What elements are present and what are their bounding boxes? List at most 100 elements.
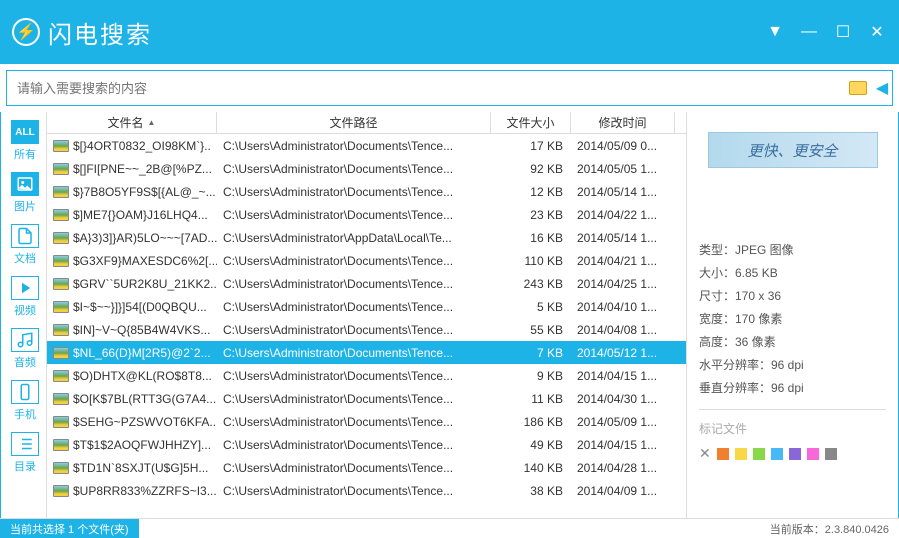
file-row[interactable]: $I~$~~}]}]54[(D0QBQU...C:\Users\Administ… [47,295,686,318]
tag-color-dot[interactable] [717,448,729,460]
file-row[interactable]: $GRV``5UR2K8U_21KK2...C:\Users\Administr… [47,272,686,295]
file-date: 2014/05/09 0... [571,139,675,153]
meta-row: 大小：6.85 KB [699,261,886,284]
file-row[interactable]: $UP8RR833%ZZRFS~I3...C:\Users\Administra… [47,479,686,502]
minimize-button[interactable]: — [799,22,819,42]
file-name: $]ME7{}OAM}J16LHQ4... [73,208,208,222]
file-name: $O[K$7BL(RTT3G(G7A4... [73,392,216,406]
file-type-icon [53,163,69,175]
maximize-button[interactable]: ☐ [833,22,853,42]
file-type-icon [53,278,69,290]
tag-color-dot[interactable] [735,448,747,460]
tag-colors: ✕ [699,445,886,462]
file-row[interactable]: $NL_66(D}M[2R5)@2`2...C:\Users\Administr… [47,341,686,364]
list-icon [11,432,39,456]
file-date: 2014/04/09 1... [571,484,675,498]
column-header-name[interactable]: 文件名▲ [47,112,217,133]
document-icon [11,224,39,248]
file-row[interactable]: $G3XF9}MAXESDC6%2[...C:\Users\Administra… [47,249,686,272]
sidebar-item-video[interactable]: 视频 [7,272,43,324]
all-icon: ALL [11,120,39,144]
file-type-icon [53,232,69,244]
collapse-panel-button[interactable]: ◀ [872,71,892,105]
file-row[interactable]: $TD1N`8SXJT(U$G]5H...C:\Users\Administra… [47,456,686,479]
sidebar-item-phone[interactable]: 手机 [7,376,43,428]
divider [699,409,886,410]
file-type-icon [53,439,69,451]
tag-color-dot[interactable] [771,448,783,460]
column-header-size[interactable]: 文件大小 [491,112,571,133]
file-name: $GRV``5UR2K8U_21KK2... [73,277,217,291]
sidebar-item-audio[interactable]: 音频 [7,324,43,376]
file-date: 2014/04/10 1... [571,300,675,314]
titlebar: 闪电搜索 ▼ — ☐ ✕ [0,0,899,64]
file-size: 7 KB [491,346,571,360]
tag-label: 标记文件 [699,420,886,437]
file-row[interactable]: $[]FI[PNE~~_2B@[%PZ...C:\Users\Administr… [47,157,686,180]
meta-row: 尺寸：170 x 36 [699,284,886,307]
sidebar-item-all[interactable]: ALL 所有 [7,116,43,168]
file-type-icon [53,416,69,428]
browse-folder-button[interactable] [844,71,872,105]
folder-icon [849,81,867,95]
column-header-path[interactable]: 文件路径 [217,112,491,133]
file-name: $[]FI[PNE~~_2B@[%PZ... [73,162,212,176]
file-date: 2014/05/05 1... [571,162,675,176]
file-path: C:\Users\Administrator\Documents\Tence..… [217,369,491,383]
sidebar-item-image[interactable]: 图片 [7,168,43,220]
file-date: 2014/05/09 1... [571,415,675,429]
file-name: $G3XF9}MAXESDC6%2[... [73,254,217,268]
meta-row: 水平分辨率：96 dpi [699,353,886,376]
file-type-icon [53,301,69,313]
file-size: 16 KB [491,231,571,245]
sidebar-item-label: 文档 [14,250,36,266]
video-icon [11,276,39,300]
column-header-date[interactable]: 修改时间 [571,112,675,133]
file-date: 2014/04/15 1... [571,438,675,452]
meta-row: 垂直分辨率：96 dpi [699,376,886,399]
search-input[interactable] [7,71,844,105]
sidebar-item-folder[interactable]: 目录 [7,428,43,480]
file-list: 文件名▲ 文件路径 文件大小 修改时间 $[}4ORT0832_OI98KM`}… [46,112,686,518]
file-path: C:\Users\Administrator\Documents\Tence..… [217,185,491,199]
file-row[interactable]: $}7B8O5YF9S$[{AL@_~...C:\Users\Administr… [47,180,686,203]
file-row[interactable]: $[}4ORT0832_OI98KM`}..C:\Users\Administr… [47,134,686,157]
close-button[interactable]: ✕ [867,22,887,42]
file-row[interactable]: $SEHG~PZSWVOT6KFA...C:\Users\Administrat… [47,410,686,433]
sidebar-item-label: 图片 [14,198,36,214]
meta-row: 高度：36 像素 [699,330,886,353]
file-date: 2014/04/30 1... [571,392,675,406]
file-row[interactable]: $O)DHTX@KL(RO$8T8...C:\Users\Administrat… [47,364,686,387]
file-type-icon [53,140,69,152]
tag-color-dot[interactable] [807,448,819,460]
file-row[interactable]: $O[K$7BL(RTT3G(G7A4...C:\Users\Administr… [47,387,686,410]
file-path: C:\Users\Administrator\Documents\Tence..… [217,484,491,498]
file-row[interactable]: $]ME7{}OAM}J16LHQ4...C:\Users\Administra… [47,203,686,226]
file-size: 38 KB [491,484,571,498]
file-path: C:\Users\Administrator\Documents\Tence..… [217,461,491,475]
audio-icon [11,328,39,352]
menu-dropdown-button[interactable]: ▼ [765,22,785,42]
file-size: 110 KB [491,254,571,268]
meta-row: 类型：JPEG 图像 [699,238,886,261]
file-type-icon [53,370,69,382]
sidebar-item-label: 手机 [14,406,36,422]
file-row[interactable]: $A}3)3]}AR)5LO~~~[7AD...C:\Users\Adminis… [47,226,686,249]
file-date: 2014/05/14 1... [571,231,675,245]
file-size: 17 KB [491,139,571,153]
tag-color-dot[interactable] [753,448,765,460]
phone-icon [11,380,39,404]
file-row[interactable]: $IN]~V~Q{85B4W4VKS...C:\Users\Administra… [47,318,686,341]
file-size: 23 KB [491,208,571,222]
preview-panel: 更快、更安全 类型：JPEG 图像大小：6.85 KB尺寸：170 x 36宽度… [686,112,899,518]
clear-tag-button[interactable]: ✕ [699,445,711,462]
file-name: $NL_66(D}M[2R5)@2`2... [73,346,211,360]
status-selection: 当前共选择 1 个文件(夹) [0,519,139,538]
sidebar-item-label: 音频 [14,354,36,370]
tag-color-dot[interactable] [789,448,801,460]
file-row[interactable]: $T$1$2AOQFWJHHZY]...C:\Users\Administrat… [47,433,686,456]
sidebar-item-document[interactable]: 文档 [7,220,43,272]
tag-color-dot[interactable] [825,448,837,460]
file-path: C:\Users\Administrator\AppData\Local\Te.… [217,231,491,245]
file-name: $T$1$2AOQFWJHHZY]... [73,438,211,452]
